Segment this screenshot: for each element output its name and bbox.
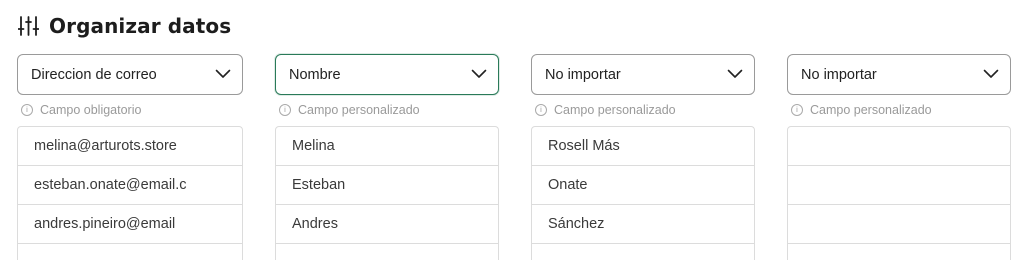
column-mapping-3: No importar i Campo personalizado Rosell… — [531, 54, 755, 260]
chevron-down-icon — [727, 66, 743, 84]
field-select-value: Nombre — [289, 66, 341, 83]
info-icon: i — [791, 104, 803, 116]
chevron-down-icon — [983, 66, 999, 84]
preview-list — [787, 126, 1011, 260]
field-select-value: No importar — [801, 66, 877, 83]
page-title: Organizar datos — [49, 14, 232, 38]
field-hint: i Campo obligatorio — [17, 102, 243, 118]
field-select-2[interactable]: Nombre — [275, 54, 499, 95]
field-select-1[interactable]: Direccion de correo — [17, 54, 243, 95]
list-item: andres.pineiro@email — [18, 205, 242, 244]
list-item — [788, 166, 1010, 205]
list-item — [788, 205, 1010, 244]
chevron-down-icon — [471, 66, 487, 84]
field-select-4[interactable]: No importar — [787, 54, 1011, 95]
field-hint: i Campo personalizado — [531, 102, 755, 118]
list-item: Rosell Más — [532, 127, 754, 166]
list-item: esteban.onate@email.c — [18, 166, 242, 205]
field-hint-text: Campo obligatorio — [40, 103, 142, 117]
list-item: Onate — [532, 166, 754, 205]
list-item — [532, 244, 754, 260]
column-mapping-2: Nombre i Campo personalizado Melina Este… — [275, 54, 499, 260]
field-hint: i Campo personalizado — [275, 102, 499, 118]
info-icon: i — [535, 104, 547, 116]
field-hint-text: Campo personalizado — [810, 103, 932, 117]
list-item: Sánchez — [532, 205, 754, 244]
field-hint: i Campo personalizado — [787, 102, 1011, 118]
list-item — [18, 244, 242, 260]
column-mapping-1: Direccion de correo i Campo obligatorio … — [17, 54, 243, 260]
sliders-icon — [18, 15, 39, 37]
section-header: Organizar datos — [18, 12, 231, 40]
field-select-3[interactable]: No importar — [531, 54, 755, 95]
field-hint-text: Campo personalizado — [554, 103, 676, 117]
chevron-down-icon — [215, 66, 231, 84]
column-mapping-4: No importar i Campo personalizado — [787, 54, 1011, 260]
preview-list: Melina Esteban Andres — [275, 126, 499, 260]
field-select-value: No importar — [545, 66, 621, 83]
list-item: Esteban — [276, 166, 498, 205]
list-item: melina@arturots.store — [18, 127, 242, 166]
preview-list: Rosell Más Onate Sánchez — [531, 126, 755, 260]
field-hint-text: Campo personalizado — [298, 103, 420, 117]
list-item: Melina — [276, 127, 498, 166]
list-item: Andres — [276, 205, 498, 244]
field-select-value: Direccion de correo — [31, 66, 157, 83]
list-item — [788, 244, 1010, 260]
info-icon: i — [21, 104, 33, 116]
list-item — [788, 127, 1010, 166]
preview-list: melina@arturots.store esteban.onate@emai… — [17, 126, 243, 260]
info-icon: i — [279, 104, 291, 116]
list-item — [276, 244, 498, 260]
